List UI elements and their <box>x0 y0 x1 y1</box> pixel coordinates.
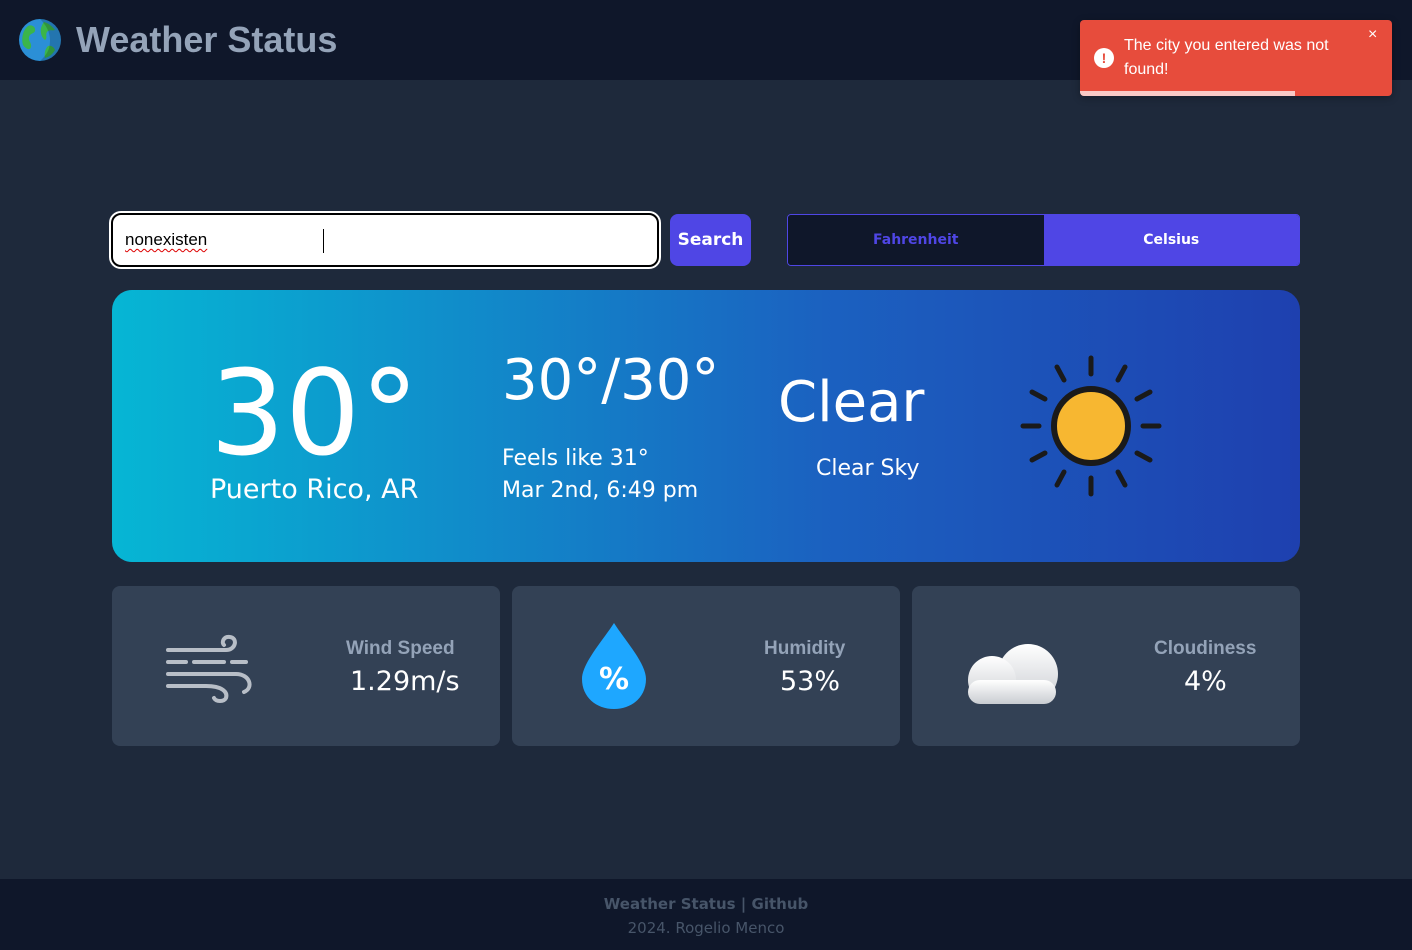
search-input-value: nonexisten <box>125 230 208 249</box>
wind-speed-card: Wind Speed 1.29m/s <box>112 586 500 746</box>
app-title: Weather Status <box>76 19 338 60</box>
toast-progress-bar <box>1080 91 1296 96</box>
page-footer: Weather Status | Github 2024. Rogelio Me… <box>0 879 1412 950</box>
weather-condition: Clear <box>778 370 925 435</box>
humidity-value: 53% <box>780 666 841 697</box>
search-button[interactable]: Search <box>670 214 751 266</box>
high-low-temperature: 30°/30° <box>502 348 720 413</box>
celsius-button[interactable]: Celsius <box>1043 215 1299 265</box>
toast-close-icon[interactable]: × <box>1368 26 1377 44</box>
local-datetime: Mar 2nd, 6:49 pm <box>502 478 699 503</box>
error-toast[interactable]: ! The city you entered was not found! <box>1080 20 1392 96</box>
alert-circle-icon: ! <box>1094 48 1114 68</box>
sun-icon <box>1020 355 1162 497</box>
svg-text:%: % <box>599 662 629 697</box>
wind-speed-label: Wind Speed <box>346 638 455 659</box>
humidity-card: % Humidity 53% <box>512 586 900 746</box>
cloudiness-label: Cloudiness <box>1154 638 1257 659</box>
footer-copyright: 2024. Rogelio Menco <box>627 919 785 937</box>
wind-speed-value: 1.29m/s <box>350 666 460 697</box>
cloudiness-value: 4% <box>1184 666 1227 697</box>
toast-message: The city you entered was not found! <box>1124 37 1329 78</box>
unit-toggle: Fahrenheit Celsius <box>787 214 1300 266</box>
city-search-input[interactable]: nonexisten <box>109 211 661 269</box>
location-label: Puerto Rico, AR <box>210 474 419 505</box>
cloud-icon <box>968 644 1058 704</box>
current-temperature: 30° <box>210 344 420 482</box>
humidity-label: Humidity <box>764 638 846 659</box>
wind-icon <box>166 634 252 703</box>
globe-icon[interactable] <box>18 18 62 62</box>
feels-like: Feels like 31° <box>502 446 649 471</box>
fahrenheit-button[interactable]: Fahrenheit <box>788 215 1044 265</box>
text-caret <box>323 229 324 253</box>
cloudiness-card: Cloudiness 4% <box>912 586 1300 746</box>
weather-description: Clear Sky <box>816 456 920 481</box>
humidity-drop-icon: % <box>582 623 646 709</box>
footer-links[interactable]: Weather Status | Github <box>0 895 1412 913</box>
